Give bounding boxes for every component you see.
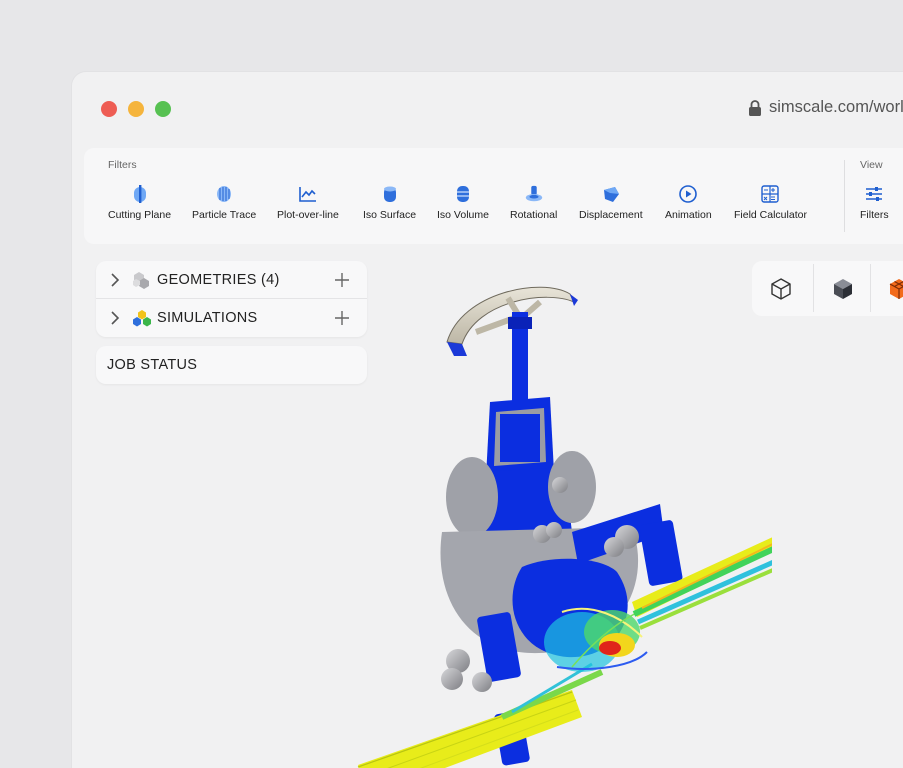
view-filters-button[interactable]: Filters [860, 184, 889, 221]
geometries-icon [133, 272, 149, 289]
plot-over-line-label: Plot-over-line [277, 209, 339, 221]
lock-icon [749, 99, 761, 116]
cutting-plane-label: Cutting Plane [108, 209, 172, 221]
solid-cube-icon [833, 278, 852, 299]
mesh-cube-icon [889, 278, 903, 299]
view-filters-label: Filters [860, 209, 889, 221]
displacement-button[interactable]: Displacement [579, 184, 643, 221]
wireframe-cube-icon [770, 277, 791, 300]
cutting-plane-icon [130, 184, 150, 204]
filters-section-label: Filters [108, 159, 137, 171]
browser-window: simscale.com/worl Filters View Cutting P… [72, 72, 903, 768]
cutting-plane-button[interactable]: Cutting Plane [108, 184, 171, 221]
job-status-label: JOB STATUS [107, 357, 198, 373]
toolbar-divider [844, 160, 845, 232]
iso-volume-button[interactable]: Iso Volume [437, 184, 489, 221]
view-section-label: View [860, 159, 883, 171]
url-text: simscale.com/worl [769, 98, 903, 116]
tree-label-simulations: SIMULATIONS [157, 310, 258, 326]
plot-over-line-icon [298, 184, 318, 204]
view-orientation-controls [752, 261, 903, 316]
chevron-right-icon[interactable] [110, 311, 120, 325]
simulations-icon [133, 310, 151, 327]
close-window-button[interactable] [101, 101, 117, 117]
iso-surface-icon [380, 184, 400, 204]
animation-icon [678, 184, 698, 204]
field-calculator-label: Field Calculator [734, 209, 807, 221]
animation-button[interactable]: Animation [665, 184, 712, 221]
iso-surface-button[interactable]: Iso Surface [363, 184, 416, 221]
field-calculator-icon [760, 184, 780, 204]
displacement-label: Displacement [579, 209, 643, 221]
sliders-icon [864, 184, 884, 204]
rotational-icon [524, 184, 544, 204]
rotational-label: Rotational [510, 209, 558, 221]
simulation-viewport[interactable] [272, 272, 772, 768]
iso-surface-label: Iso Surface [363, 209, 417, 221]
animation-label: Animation [665, 209, 712, 221]
minimize-window-button[interactable] [128, 101, 144, 117]
address-bar[interactable]: simscale.com/worl [748, 98, 903, 117]
iso-volume-label: Iso Volume [437, 209, 489, 221]
window-controls [101, 101, 171, 117]
solid-view-button[interactable] [814, 261, 871, 316]
rotational-button[interactable]: Rotational [510, 184, 557, 221]
chevron-right-icon[interactable] [110, 273, 120, 287]
tree-label-geometries: GEOMETRIES (4) [157, 272, 280, 288]
particle-trace-icon [214, 184, 234, 204]
field-calculator-button[interactable]: Field Calculator [734, 184, 807, 221]
plot-over-line-button[interactable]: Plot-over-line [277, 184, 339, 221]
mesh-view-button[interactable] [870, 261, 903, 316]
displacement-icon [601, 184, 621, 204]
particle-trace-button[interactable]: Particle Trace [192, 184, 256, 221]
post-processing-toolbar: Filters View Cutting Plane Particle Trac… [84, 148, 903, 244]
iso-volume-icon [453, 184, 473, 204]
particle-trace-label: Particle Trace [192, 209, 257, 221]
maximize-window-button[interactable] [155, 101, 171, 117]
